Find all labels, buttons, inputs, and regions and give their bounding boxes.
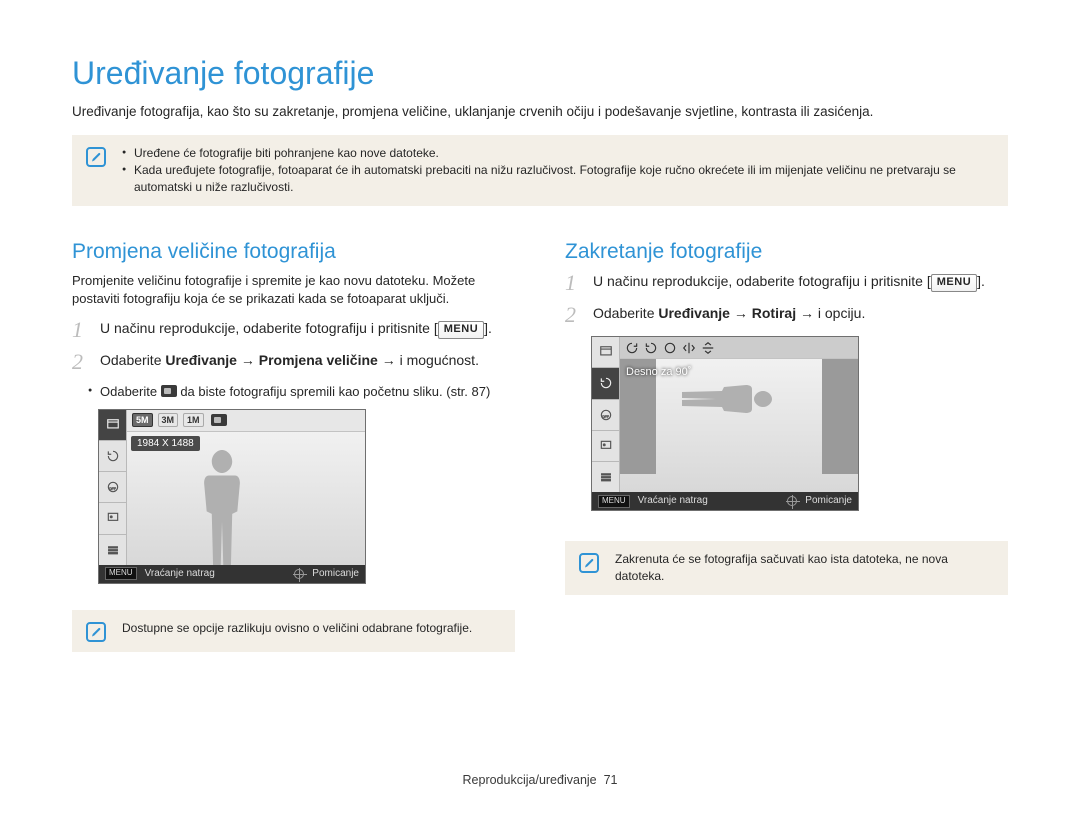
- section-heading-resize: Promjena veličine fotografija: [72, 238, 515, 266]
- person-silhouette-icon: [195, 450, 250, 565]
- camera-lcd-resize: OFF 5M 3M 1M 1984 X 1488: [98, 409, 366, 584]
- right-note-box: Zakrenuta će se fotografija sačuvati kao…: [565, 541, 1008, 595]
- rotate-right-icon: [625, 341, 639, 355]
- step2-tail: i opciju.: [818, 305, 865, 321]
- lcd-back-label: Vraćanje natrag: [145, 567, 215, 581]
- step2-pre: Odaberite: [100, 352, 165, 368]
- lcd-tab-adjust-icon: [99, 503, 126, 534]
- lcd-sidebar: OFF: [99, 410, 127, 565]
- flip-v-icon: [701, 341, 715, 355]
- page-footer: Reprodukcija/uređivanje 71: [0, 772, 1080, 789]
- lcd-tab-resize-icon: [592, 337, 619, 368]
- menu-button-label: MENU: [438, 321, 484, 338]
- step-1: 1 U načinu reprodukcije, odaberite fotog…: [565, 272, 1008, 294]
- lcd-chip: 3M: [158, 413, 179, 427]
- lcd-tab-adjust-icon: [592, 431, 619, 462]
- startup-image-icon: [211, 414, 227, 426]
- bullet-pre: Odaberite: [100, 384, 161, 399]
- step2-b1: Uređivanje: [165, 352, 237, 368]
- svg-text:OFF: OFF: [108, 487, 115, 491]
- svg-text:OFF: OFF: [601, 415, 608, 419]
- section-desc: Promjenite veličinu fotografije i spremi…: [72, 272, 515, 307]
- menu-button-label: MENU: [931, 274, 977, 291]
- flip-h-icon: [682, 341, 696, 355]
- lcd-tab-rotate-icon: [99, 441, 126, 472]
- step-number: 2: [565, 304, 583, 326]
- lcd-move-label: Pomicanje: [805, 494, 852, 508]
- note-item: Kada uređujete fotografije, fotoaparat ć…: [122, 162, 994, 196]
- left-note-box: Dostupne se opcije razlikuju ovisno o ve…: [72, 610, 515, 652]
- step1-text: U načinu reprodukcije, odaberite fotogra…: [100, 320, 434, 336]
- menu-icon: MENU: [105, 567, 137, 580]
- step-2: 2 Odaberite Uređivanje → Rotiraj → i opc…: [565, 304, 1008, 326]
- left-column: Promjena veličine fotografija Promjenite…: [72, 238, 515, 652]
- step2-b2: Promjena veličine: [259, 352, 378, 368]
- nav-dpad-icon: [787, 496, 797, 506]
- bullet-post: da biste fotografiju spremili kao početn…: [180, 384, 490, 399]
- step-body: U načinu reprodukcije, odaberite fotogra…: [593, 272, 985, 294]
- info-icon: [579, 553, 599, 573]
- arrow: →: [241, 352, 259, 368]
- step-number: 1: [565, 272, 583, 294]
- arrow: →: [382, 352, 400, 368]
- page-title: Uređivanje fotografije: [72, 52, 1008, 95]
- person-silhouette-rotated-icon: [682, 372, 772, 427]
- intro-text: Uređivanje fotografija, kao što su zakre…: [72, 103, 1008, 121]
- step-number: 1: [72, 319, 90, 341]
- lcd-resolution-label: 1984 X 1488: [131, 436, 200, 452]
- lcd-tab-style-icon: OFF: [99, 472, 126, 503]
- lcd-footer: MENU Vraćanje natrag Pomicanje: [99, 565, 365, 583]
- rotate-180-icon: [663, 341, 677, 355]
- step2-b2: Rotiraj: [752, 305, 796, 321]
- sub-bullet: Odaberite da biste fotografiju spremili …: [72, 383, 515, 401]
- info-icon: [86, 622, 106, 642]
- step-2: 2 Odaberite Uređivanje → Promjena veliči…: [72, 351, 515, 373]
- arrow: →: [800, 305, 818, 321]
- step1-text: U načinu reprodukcije, odaberite fotogra…: [593, 273, 927, 289]
- top-note-box: Uređene će fotografije biti pohranjene k…: [72, 135, 1008, 205]
- step2-tail: i mogućnost.: [400, 352, 479, 368]
- startup-image-icon: [161, 385, 177, 397]
- lcd-sidebar: OFF: [592, 337, 620, 492]
- right-note-text: Zakrenuta će se fotografija sačuvati kao…: [615, 551, 994, 585]
- right-column: Zakretanje fotografije 1 U načinu reprod…: [565, 238, 1008, 652]
- lcd-tab-more-icon: [592, 462, 619, 492]
- lcd-tab-style-icon: OFF: [592, 400, 619, 431]
- lcd-topbar: 5M 3M 1M: [127, 410, 365, 432]
- section-heading-rotate: Zakretanje fotografije: [565, 238, 1008, 266]
- top-note-list: Uređene će fotografije biti pohranjene k…: [122, 145, 994, 195]
- rotate-left-icon: [644, 341, 658, 355]
- nav-dpad-icon: [294, 569, 304, 579]
- left-note-text: Dostupne se opcije razlikuju ovisno o ve…: [122, 620, 472, 637]
- lcd-tab-rotate-icon: [592, 368, 619, 399]
- lcd-footer: MENU Vraćanje natrag Pomicanje: [592, 492, 858, 510]
- menu-icon: MENU: [598, 495, 630, 508]
- lcd-back-label: Vraćanje natrag: [638, 494, 708, 508]
- lcd-tab-resize-icon: [99, 410, 126, 441]
- step2-b1: Uređivanje: [658, 305, 730, 321]
- lcd-topbar: [620, 337, 858, 359]
- footer-section: Reprodukcija/uređivanje: [463, 773, 597, 787]
- step2-pre: Odaberite: [593, 305, 658, 321]
- note-item: Uređene će fotografije biti pohranjene k…: [122, 145, 994, 162]
- camera-lcd-rotate: OFF Desno za 90˚: [591, 336, 859, 511]
- step-number: 2: [72, 351, 90, 373]
- lcd-move-label: Pomicanje: [312, 567, 359, 581]
- lcd-chip: 1M: [183, 413, 204, 427]
- step-body: U načinu reprodukcije, odaberite fotogra…: [100, 319, 492, 341]
- lcd-main: Desno za 90˚: [620, 337, 858, 492]
- lcd-chip: 5M: [132, 413, 153, 427]
- step-body: Odaberite Uređivanje → Rotiraj → i opcij…: [593, 304, 865, 326]
- info-icon: [86, 147, 106, 167]
- step-1: 1 U načinu reprodukcije, odaberite fotog…: [72, 319, 515, 341]
- step-body: Odaberite Uređivanje → Promjena veličine…: [100, 351, 479, 373]
- lcd-tab-more-icon: [99, 535, 126, 565]
- lcd-main: 5M 3M 1M 1984 X 1488: [127, 410, 365, 565]
- footer-page-number: 71: [604, 773, 618, 787]
- arrow: →: [734, 305, 752, 321]
